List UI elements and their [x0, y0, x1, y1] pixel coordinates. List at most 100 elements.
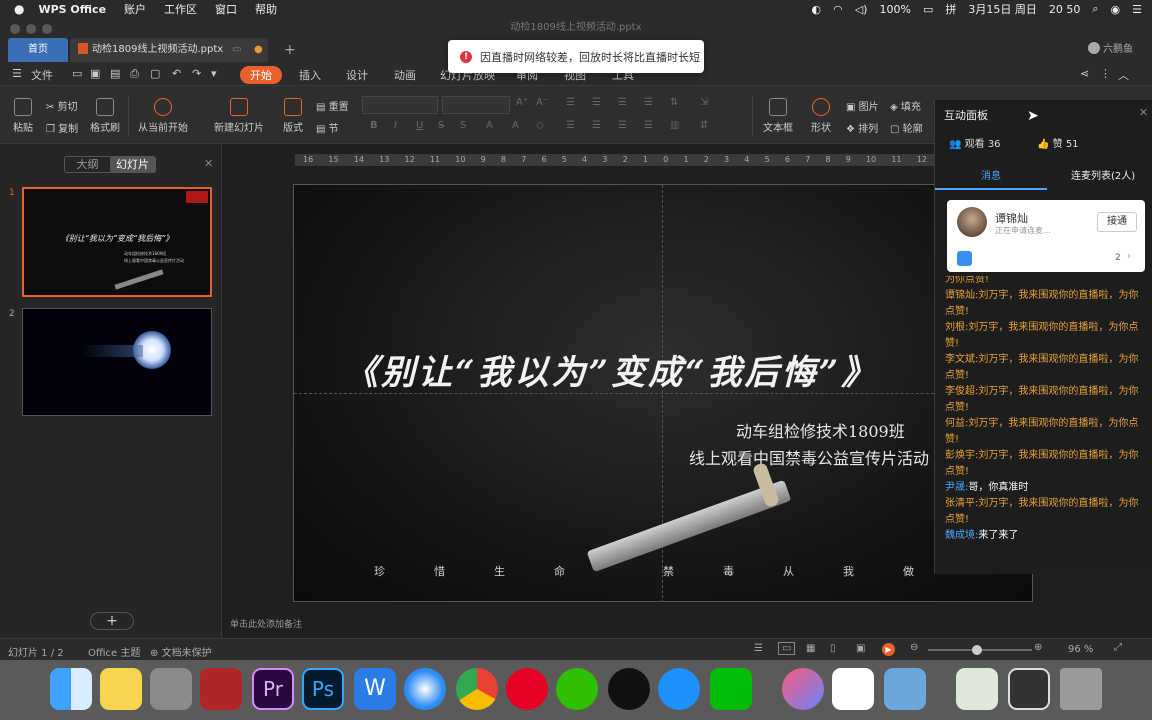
tab-window-icon[interactable]: ▭	[232, 38, 241, 62]
arrange-button[interactable]: ❖ 排列	[846, 120, 878, 135]
open-icon[interactable]: ▭	[72, 67, 82, 80]
notification-center-icon[interactable]: ☰	[1132, 3, 1142, 16]
siri-icon[interactable]: ◉	[1111, 3, 1121, 16]
menu-window[interactable]: 窗口	[215, 1, 237, 17]
from-current-button[interactable]: 从当前开始	[136, 98, 190, 134]
highlight-icon[interactable]: A	[512, 120, 519, 131]
chevron-right-icon[interactable]: ›	[1127, 251, 1131, 262]
new-tab-button[interactable]: +	[276, 38, 296, 62]
app-menu[interactable]: WPS Office	[38, 3, 106, 16]
paste-button[interactable]: 粘贴	[8, 98, 38, 134]
sorter-view-icon[interactable]: ▦	[806, 643, 815, 654]
volume-icon[interactable]: ◁)	[855, 3, 868, 16]
finder-icon[interactable]	[50, 668, 92, 710]
stickies-icon[interactable]	[100, 668, 142, 710]
align-left-icon[interactable]: ☰	[566, 120, 575, 131]
zoom-slider-handle[interactable]	[972, 645, 982, 655]
zoom-in-icon[interactable]: ⊕	[1034, 642, 1042, 653]
font-name-select[interactable]	[362, 96, 438, 114]
tab-design[interactable]: 设计	[346, 67, 368, 83]
tab-slides[interactable]: 幻灯片	[110, 157, 155, 172]
layout-button[interactable]: 版式	[278, 98, 308, 134]
section-button[interactable]: ▤ 节	[316, 120, 339, 135]
menu-workspace[interactable]: 工作区	[164, 1, 197, 17]
customize-icon[interactable]: ▾	[211, 67, 217, 80]
add-slide-button[interactable]: +	[90, 612, 134, 630]
shape-button[interactable]: 形状	[806, 98, 836, 134]
netease-music-icon[interactable]	[506, 668, 548, 710]
undo-icon[interactable]: ↶	[172, 67, 181, 80]
redo-icon[interactable]: ↷	[192, 67, 201, 80]
tab-insert[interactable]: 插入	[299, 67, 321, 83]
text-align-icon[interactable]: ⇵	[700, 120, 708, 131]
tab-messages[interactable]: 消息	[981, 167, 1001, 182]
normal-view-icon[interactable]: ▭	[778, 642, 796, 655]
font-size-select[interactable]	[442, 96, 510, 114]
wifi-icon[interactable]: ◠	[833, 3, 843, 16]
input-method-icon[interactable]: 拼	[945, 1, 956, 17]
text-direction-icon[interactable]: ⇲	[700, 97, 708, 108]
fit-window-icon[interactable]: ⤢	[1114, 642, 1122, 653]
picture-button[interactable]: ▣ 图片	[846, 98, 879, 113]
preview-icon[interactable]: ▢	[150, 67, 160, 80]
wechat-icon[interactable]	[556, 668, 598, 710]
export-icon[interactable]: ▤	[110, 67, 120, 80]
screenshot-file-icon[interactable]	[1008, 668, 1050, 710]
tab-file[interactable]: 文件	[31, 67, 53, 83]
tab-home[interactable]: 首页	[8, 38, 68, 62]
indent-less-icon[interactable]: ☰	[618, 97, 627, 108]
slide-subtitle-activity[interactable]: 线上观看中国禁毒公益宣传片活动	[689, 445, 929, 469]
safari-icon[interactable]	[404, 668, 446, 710]
chess-icon[interactable]	[150, 668, 192, 710]
wps-icon[interactable]: W	[354, 668, 396, 710]
reading-view-icon[interactable]: ▯	[830, 643, 836, 654]
more-icon[interactable]: ⋮	[1100, 67, 1111, 80]
format-painter-button[interactable]: 格式刷	[88, 98, 122, 134]
justify-icon[interactable]: ☰	[644, 120, 653, 131]
reset-button[interactable]: ▤ 重置	[316, 98, 349, 113]
slide-title[interactable]: 《别让“我以为”变成“我后悔”》	[344, 345, 1032, 394]
align-right-icon[interactable]: ☰	[618, 120, 627, 131]
chrome-icon[interactable]	[456, 668, 498, 710]
qq-icon[interactable]	[608, 668, 650, 710]
feishu-icon[interactable]	[658, 668, 700, 710]
slide-canvas[interactable]: 《别让“我以为”变成“我后悔”》 动车组检修技术1809班 线上观看中国禁毒公益…	[293, 184, 1033, 602]
premiere-icon[interactable]: Pr	[252, 668, 294, 710]
battery-icon[interactable]: ▭	[923, 3, 933, 16]
print-icon[interactable]: ⎙	[130, 67, 139, 81]
iqiyi-icon[interactable]	[710, 668, 752, 710]
user-account[interactable]: 六鹏鱼	[1080, 38, 1133, 62]
photo-booth-icon[interactable]	[200, 668, 242, 710]
close-panel-icon[interactable]: ✕	[1139, 106, 1148, 119]
shadow-icon[interactable]: S	[460, 120, 466, 131]
baidu-netdisk-icon[interactable]	[832, 668, 874, 710]
photoshop-icon[interactable]: Ps	[302, 668, 344, 710]
indent-more-icon[interactable]: ☰	[644, 97, 653, 108]
preview-app-icon[interactable]	[884, 668, 926, 710]
spotlight-icon[interactable]: ⌕	[1092, 2, 1098, 16]
font-color-icon[interactable]: A	[486, 120, 493, 131]
align-center-icon[interactable]: ☰	[592, 120, 601, 131]
bold-icon[interactable]: B	[370, 120, 378, 131]
status-icon[interactable]: ◐	[812, 3, 822, 16]
protect-status[interactable]: ⊕ 文档未保护	[150, 644, 212, 659]
tab-animation[interactable]: 动画	[394, 67, 416, 83]
tab-connect-list[interactable]: 连麦列表(2人)	[1071, 167, 1135, 182]
theme-name[interactable]: Office 主题	[88, 644, 140, 659]
close-pane-icon[interactable]: ✕	[204, 157, 213, 170]
slide-thumbnail-1[interactable]: 《别让“我以为”变成“我后悔”》 动车组检修技术1809班 线上观看中国禁毒公益…	[22, 187, 212, 297]
textbox-button[interactable]: 文本框	[760, 98, 796, 134]
copy-button[interactable]: ❐ 复制	[46, 120, 78, 135]
line-spacing-icon[interactable]: ⇅	[670, 97, 678, 108]
share-icon[interactable]: ⋖	[1080, 67, 1089, 80]
font-shrink-icon[interactable]: A⁻	[536, 97, 548, 108]
menu-account[interactable]: 账户	[124, 1, 146, 17]
zoom-slider[interactable]	[928, 645, 1032, 655]
slide-subtitle-class[interactable]: 动车组检修技术1809班	[736, 418, 905, 442]
numbering-icon[interactable]: ☰	[592, 97, 601, 108]
trash-icon[interactable]	[1060, 668, 1102, 710]
bullets-icon[interactable]: ☰	[566, 97, 575, 108]
zoom-out-icon[interactable]: ⊖	[910, 642, 918, 653]
horizontal-ruler[interactable]: 16 15 14 13 12 11 10 9 8 7 6 5 4 3 2 1 0 1 2 3 4 5 6 7 8 9 10 11 12	[295, 154, 935, 166]
outline-button[interactable]: ▢ 轮廓	[890, 120, 923, 135]
